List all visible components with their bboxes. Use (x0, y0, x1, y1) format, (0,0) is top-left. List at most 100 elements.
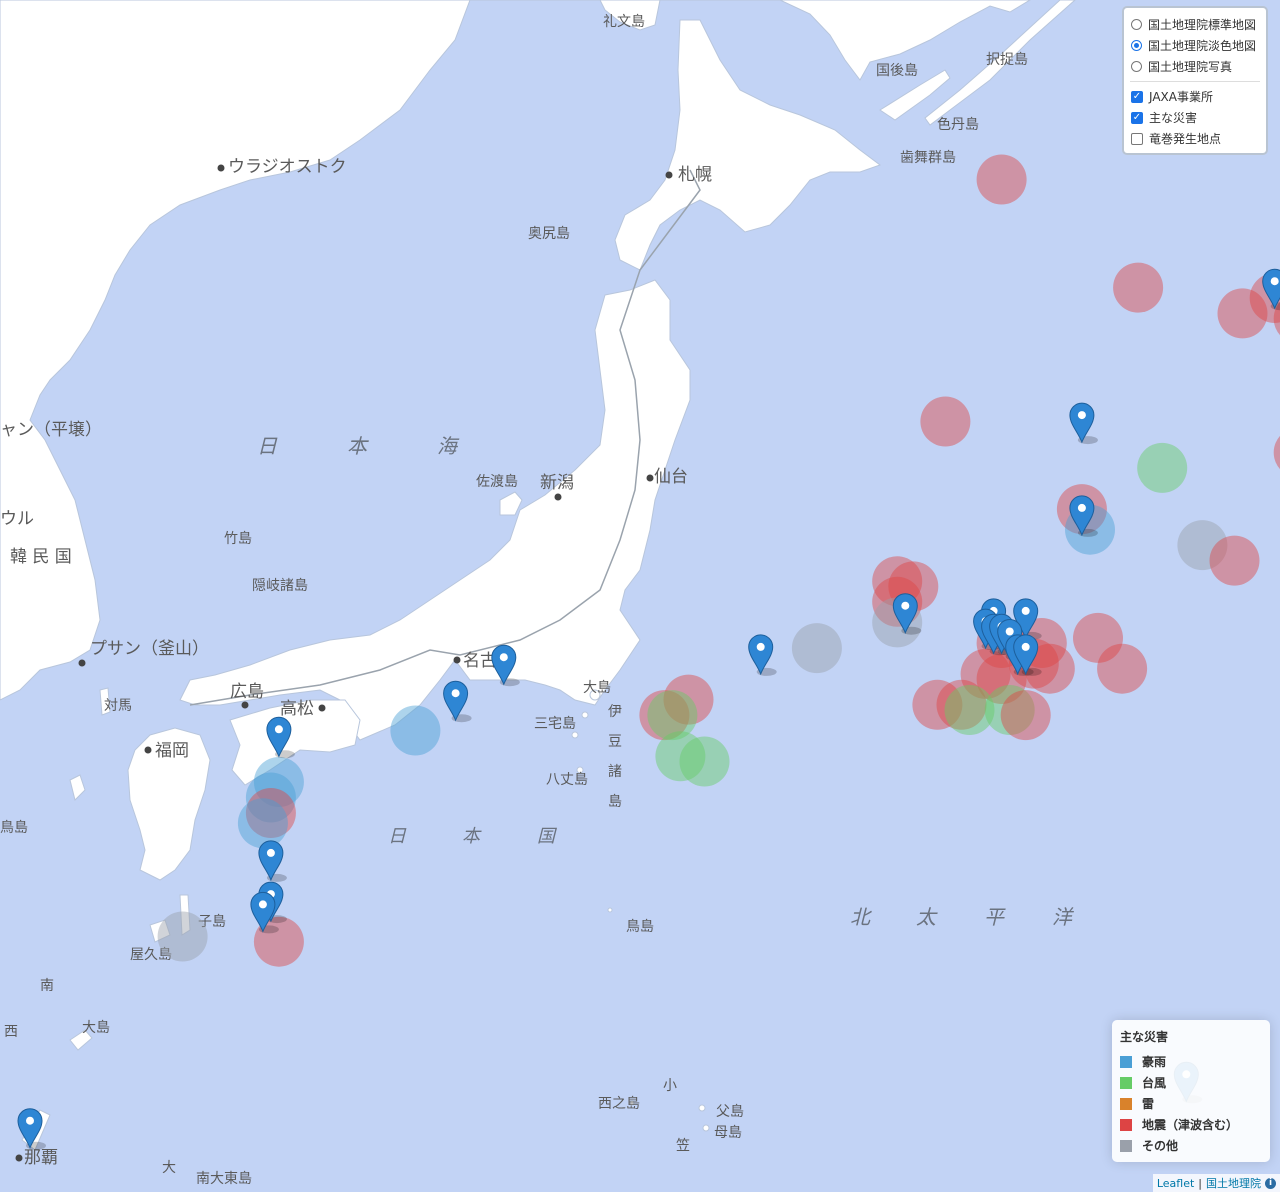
svg-text:新潟: 新潟 (540, 473, 574, 493)
svg-text:福岡: 福岡 (155, 741, 189, 761)
svg-text:洋: 洋 (1052, 905, 1074, 929)
disaster-circle[interactable] (647, 690, 698, 741)
base-layer-label: 国土地理院淡色地図 (1148, 39, 1257, 53)
disaster-circle[interactable] (1113, 262, 1164, 313)
svg-text:仙台: 仙台 (654, 467, 688, 487)
disaster-circle[interactable] (237, 798, 288, 849)
base-layer-pale[interactable]: 国土地理院淡色地図 (1130, 35, 1260, 56)
svg-text:本: 本 (347, 434, 369, 458)
svg-text:豆: 豆 (608, 734, 622, 750)
svg-text:小: 小 (663, 1078, 677, 1094)
svg-text:三宅島: 三宅島 (534, 716, 576, 732)
svg-text:海: 海 (437, 434, 460, 458)
legend-label: その他 (1142, 1139, 1179, 1153)
legend-label: 雷 (1142, 1097, 1155, 1111)
disaster-circle[interactable] (390, 705, 441, 756)
svg-text:西: 西 (4, 1024, 18, 1040)
radio-button[interactable] (1131, 61, 1142, 72)
svg-text:隠岐諸島: 隠岐諸島 (252, 578, 308, 594)
layer-control: 国土地理院標準地図 国土地理院淡色地図 国土地理院写真 ✓ JAXA事業所 ✓ … (1122, 6, 1268, 155)
svg-text:韓 民 国: 韓 民 国 (10, 547, 72, 567)
svg-text:大島: 大島 (583, 680, 611, 696)
disaster-circle[interactable] (1000, 690, 1051, 741)
disaster-legend: 主な災害 豪雨 台風 雷 地震（津波含む） その他 (1112, 1020, 1270, 1162)
disaster-circle[interactable] (1209, 535, 1260, 586)
svg-text:ウル: ウル (0, 509, 34, 529)
base-layer-standard[interactable]: 国土地理院標準地図 (1130, 14, 1260, 35)
legend-swatch (1120, 1055, 1132, 1068)
svg-text:歯舞群島: 歯舞群島 (900, 150, 956, 166)
base-layer-label: 国土地理院写真 (1148, 60, 1233, 74)
radio-button[interactable] (1131, 19, 1142, 30)
svg-text:母島: 母島 (714, 1125, 742, 1141)
svg-text:日: 日 (257, 434, 278, 458)
info-icon[interactable]: i (1265, 1177, 1276, 1189)
map-canvas[interactable]: 日 本 海 日 本 国 北 太 平 洋 礼文島 国後島 択捉島 色丹島 歯舞群島… (0, 0, 1280, 1192)
base-layer-photo[interactable]: 国土地理院写真 (1130, 56, 1260, 77)
svg-text:竹島: 竹島 (224, 531, 252, 547)
leaflet-link[interactable]: Leaflet (1157, 1177, 1194, 1190)
legend-item-earthquake: 地震（津波含む） (1120, 1114, 1262, 1135)
svg-text:日: 日 (388, 826, 407, 847)
svg-text:島: 島 (608, 794, 622, 810)
layer-separator (1130, 81, 1260, 82)
svg-text:父島: 父島 (716, 1104, 744, 1120)
svg-text:プサン（釜山）: プサン（釜山） (90, 639, 209, 659)
disaster-circle[interactable] (976, 154, 1027, 205)
base-layer-label: 国土地理院標準地図 (1148, 18, 1257, 32)
legend-label: 豪雨 (1142, 1055, 1167, 1069)
svg-text:大: 大 (162, 1160, 176, 1176)
legend-item-lightning: 雷 (1120, 1093, 1262, 1114)
svg-text:色丹島: 色丹島 (937, 116, 979, 133)
overlay-label: 主な災害 (1149, 111, 1198, 125)
svg-text:笠: 笠 (676, 1138, 690, 1154)
disaster-circle[interactable] (1097, 643, 1148, 694)
legend-item-typhoon: 台風 (1120, 1072, 1262, 1093)
disaster-circle[interactable] (1137, 442, 1188, 493)
svg-text:平: 平 (984, 905, 1006, 929)
svg-text:八丈島: 八丈島 (546, 772, 588, 788)
svg-text:礼文島: 礼文島 (603, 14, 645, 30)
overlay-label: 竜巻発生地点 (1149, 132, 1222, 146)
legend-swatch (1120, 1076, 1132, 1089)
overlay-tornado[interactable]: 竜巻発生地点 (1130, 128, 1260, 149)
attribution: Leaflet | 国土地理院 i (1152, 1174, 1280, 1192)
svg-text:国: 国 (537, 826, 558, 847)
svg-text:諸: 諸 (608, 764, 622, 780)
svg-text:那覇: 那覇 (24, 1148, 58, 1168)
checkbox[interactable] (1131, 132, 1143, 145)
legend-label: 台風 (1142, 1076, 1167, 1090)
radio-button[interactable] (1131, 40, 1142, 51)
svg-text:対馬: 対馬 (104, 698, 132, 714)
svg-text:本: 本 (462, 826, 482, 847)
svg-text:ャン（平壌）: ャン（平壌） (0, 420, 102, 440)
disaster-circle[interactable] (920, 396, 971, 447)
legend-item-other: その他 (1120, 1135, 1262, 1156)
svg-text:奥尻島: 奥尻島 (528, 225, 570, 242)
svg-text:南: 南 (40, 978, 54, 994)
legend-swatch (1120, 1139, 1132, 1152)
disaster-circle[interactable] (791, 623, 842, 674)
legend-swatch (1120, 1097, 1132, 1110)
disaster-circle[interactable] (157, 911, 208, 962)
overlay-disasters[interactable]: ✓ 主な災害 (1130, 107, 1260, 128)
gsi-link[interactable]: 国土地理院 (1206, 1175, 1261, 1191)
legend-title: 主な災害 (1120, 1030, 1169, 1044)
overlay-label: JAXA事業所 (1149, 90, 1213, 104)
svg-text:南大東島: 南大東島 (196, 1171, 252, 1187)
svg-text:大島: 大島 (82, 1020, 110, 1036)
disaster-circle[interactable] (679, 736, 730, 787)
checkbox[interactable]: ✓ (1131, 111, 1143, 124)
legend-item-heavy-rain: 豪雨 (1120, 1051, 1262, 1072)
svg-text:太: 太 (916, 905, 938, 929)
svg-text:鳥島: 鳥島 (626, 919, 654, 935)
legend-swatch (1120, 1118, 1132, 1131)
svg-text:広島: 広島 (230, 682, 264, 702)
svg-text:択捉島: 択捉島 (986, 52, 1028, 68)
legend-label: 地震（津波含む） (1142, 1118, 1239, 1132)
svg-text:佐渡島: 佐渡島 (476, 474, 518, 490)
overlay-jaxa[interactable]: ✓ JAXA事業所 (1130, 86, 1260, 107)
svg-text:西之島: 西之島 (598, 1096, 640, 1112)
svg-text:高松: 高松 (280, 699, 314, 719)
checkbox[interactable]: ✓ (1131, 90, 1143, 103)
